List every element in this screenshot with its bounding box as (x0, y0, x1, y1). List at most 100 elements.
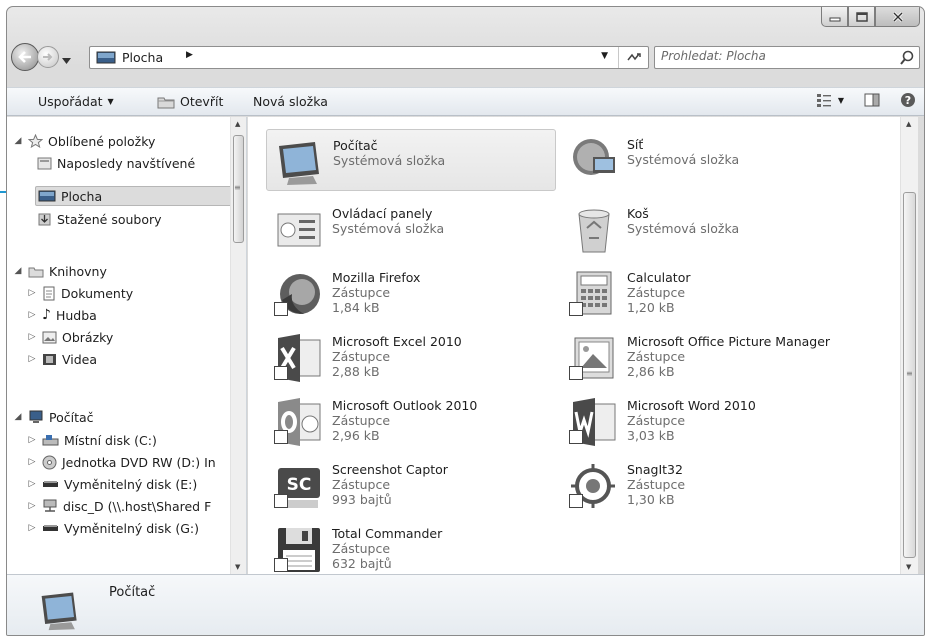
item-tile[interactable]: SnagIt32 Zástupce 1,30 kB (561, 454, 851, 516)
scroll-down-icon[interactable]: ▼ (906, 563, 911, 571)
item-text: Microsoft Excel 2010 Zástupce 2,88 kB (332, 334, 462, 379)
breadcrumb-arrow-icon[interactable]: ▶ (186, 50, 193, 60)
downloads-icon (38, 213, 51, 226)
scroll-up-icon[interactable]: ▲ (235, 120, 240, 128)
shortcut-overlay-icon (569, 430, 583, 444)
chevron-down-icon: ▼ (107, 97, 114, 106)
refresh-icon (626, 52, 641, 60)
expand-triangle-icon[interactable]: ◢ (13, 412, 23, 422)
item-tile[interactable]: Microsoft Office Picture Manager Zástupce… (561, 326, 851, 388)
nav-label: Hudba (55, 307, 97, 323)
expand-triangle-icon[interactable]: ◢ (13, 136, 23, 146)
organize-label: Uspořádat (38, 94, 103, 109)
content-pane: Počítač Systémová složka Síť Systémová slo… (248, 117, 908, 574)
computer-icon (279, 142, 319, 185)
item-text: Počítač Systémová složka (333, 138, 445, 168)
item-type: Zástupce (332, 477, 391, 492)
item-type: Systémová složka (332, 221, 445, 236)
chevron-down-icon (62, 58, 71, 64)
content-scrollbar[interactable]: ▲ ≡ ▼ (900, 117, 918, 574)
nav-computer[interactable]: ◢ Počítač (13, 407, 94, 427)
nav-drive-d[interactable]: ▷ Jednotka DVD RW (D:) In (27, 452, 216, 472)
nav-recent-places[interactable]: Naposledy navštívené (37, 153, 195, 173)
item-tile[interactable]: Calculator Zástupce 1,20 kB (561, 262, 851, 324)
recent-pages-button[interactable] (62, 53, 71, 67)
item-size: 3,03 kB (627, 428, 675, 443)
item-type: Zástupce (332, 349, 391, 364)
collapse-triangle-icon[interactable]: ▷ (27, 354, 37, 364)
item-type: Systémová složka (627, 152, 740, 167)
minimize-button[interactable] (821, 7, 848, 27)
item-text: Screenshot Captor Zástupce 993 bajtů (332, 462, 448, 507)
expand-triangle-icon[interactable]: ◢ (13, 266, 23, 276)
shortcut-overlay-icon (569, 366, 583, 380)
item-tile[interactable]: Total Commander Zástupce 632 bajtů (266, 518, 556, 574)
back-arrow-icon (18, 51, 31, 63)
item-tile[interactable]: Microsoft Excel 2010 Zástupce 2,88 kB (266, 326, 556, 388)
item-name: Ovládací panely (332, 206, 433, 221)
item-tile[interactable]: Mozilla Firefox Zástupce 1,84 kB (266, 262, 556, 324)
search-input[interactable] (661, 49, 881, 63)
preview-pane-icon[interactable] (864, 93, 880, 107)
back-button[interactable] (11, 43, 39, 71)
collapse-triangle-icon[interactable]: ▷ (27, 501, 37, 511)
nav-desktop[interactable]: Plocha (35, 186, 235, 206)
grip-icon: ≡ (234, 183, 241, 192)
item-tile[interactable]: SC Screenshot Captor Zástupce 993 bajtů (266, 454, 556, 516)
nav-favorites[interactable]: ◢ Oblíbené položky (13, 131, 156, 151)
nav-libraries[interactable]: ◢ Knihovny (13, 261, 107, 281)
nav-pictures[interactable]: ▷ Obrázky (27, 327, 114, 347)
computer-icon (29, 410, 43, 423)
nav-drive-g[interactable]: ▷ Vyměnitelný disk (G:) (27, 518, 200, 538)
collapse-triangle-icon[interactable]: ▷ (27, 288, 37, 298)
search-box[interactable] (654, 46, 920, 69)
collapse-triangle-icon[interactable]: ▷ (27, 310, 37, 320)
svg-text:?: ? (905, 94, 911, 107)
search-icon[interactable] (900, 50, 914, 65)
item-type: Zástupce (627, 413, 686, 428)
collapse-triangle-icon[interactable]: ▷ (27, 523, 37, 533)
item-type: Systémová složka (627, 221, 740, 236)
item-size: 1,84 kB (332, 300, 380, 315)
nav-network-drive[interactable]: ▷ disc_D (\\.host\Shared F (27, 496, 212, 516)
collapse-triangle-icon[interactable]: ▷ (27, 435, 37, 445)
navigation-scrollbar[interactable]: ▲ ≡ ▼ (230, 117, 246, 574)
change-view-button[interactable]: ▼ (816, 93, 844, 107)
collapse-triangle-icon[interactable]: ▷ (27, 457, 37, 467)
pictures-icon (42, 331, 57, 343)
nav-label: Vyměnitelný disk (G:) (64, 520, 200, 536)
new-folder-button[interactable]: Nová složka (253, 94, 328, 109)
close-button[interactable] (875, 7, 920, 27)
removable-disk-icon (43, 481, 58, 487)
item-tile[interactable]: Počítač Systémová složka (266, 129, 556, 191)
network-icon (573, 139, 615, 175)
nav-drive-e[interactable]: ▷ Vyměnitelný disk (E:) (27, 474, 198, 494)
library-icon (28, 267, 44, 278)
item-text: Síť Systémová složka (627, 137, 739, 167)
shortcut-overlay-icon (569, 494, 583, 508)
open-button[interactable]: Otevřít (157, 94, 223, 109)
nav-drive-c[interactable]: ▷ Místní disk (C:) (27, 430, 157, 450)
item-tile[interactable]: Microsoft Word 2010 Zástupce 3,03 kB (561, 390, 851, 452)
organize-button[interactable]: Uspořádat ▼ (38, 94, 114, 109)
address-bar[interactable]: Plocha ▶ ▼ (89, 46, 649, 69)
scroll-up-icon[interactable]: ▲ (906, 120, 911, 128)
refresh-button[interactable] (618, 47, 648, 68)
nav-music[interactable]: ▷ ♪ Hudba (27, 305, 97, 325)
nav-label: Obrázky (62, 329, 114, 345)
help-icon[interactable]: ? (900, 92, 916, 108)
item-tile[interactable]: Ovládací panely Systémová složka (266, 198, 556, 260)
breadcrumb-location[interactable]: Plocha (122, 50, 163, 65)
nav-downloads[interactable]: Stažené soubory (37, 209, 162, 229)
nav-videos[interactable]: ▷ Videa (27, 349, 98, 369)
address-dropdown-icon[interactable]: ▼ (601, 51, 608, 61)
collapse-triangle-icon[interactable]: ▷ (27, 332, 37, 342)
forward-button[interactable] (37, 46, 59, 68)
collapse-triangle-icon[interactable]: ▷ (27, 479, 37, 489)
item-tile[interactable]: Koš Systémová složka (561, 198, 851, 260)
maximize-button[interactable] (848, 7, 875, 27)
nav-documents[interactable]: ▷ Dokumenty (27, 283, 134, 303)
item-tile[interactable]: Síť Systémová složka (561, 129, 851, 191)
item-tile[interactable]: Microsoft Outlook 2010 Zástupce 2,96 kB (266, 390, 556, 452)
scroll-down-icon[interactable]: ▼ (235, 563, 240, 571)
